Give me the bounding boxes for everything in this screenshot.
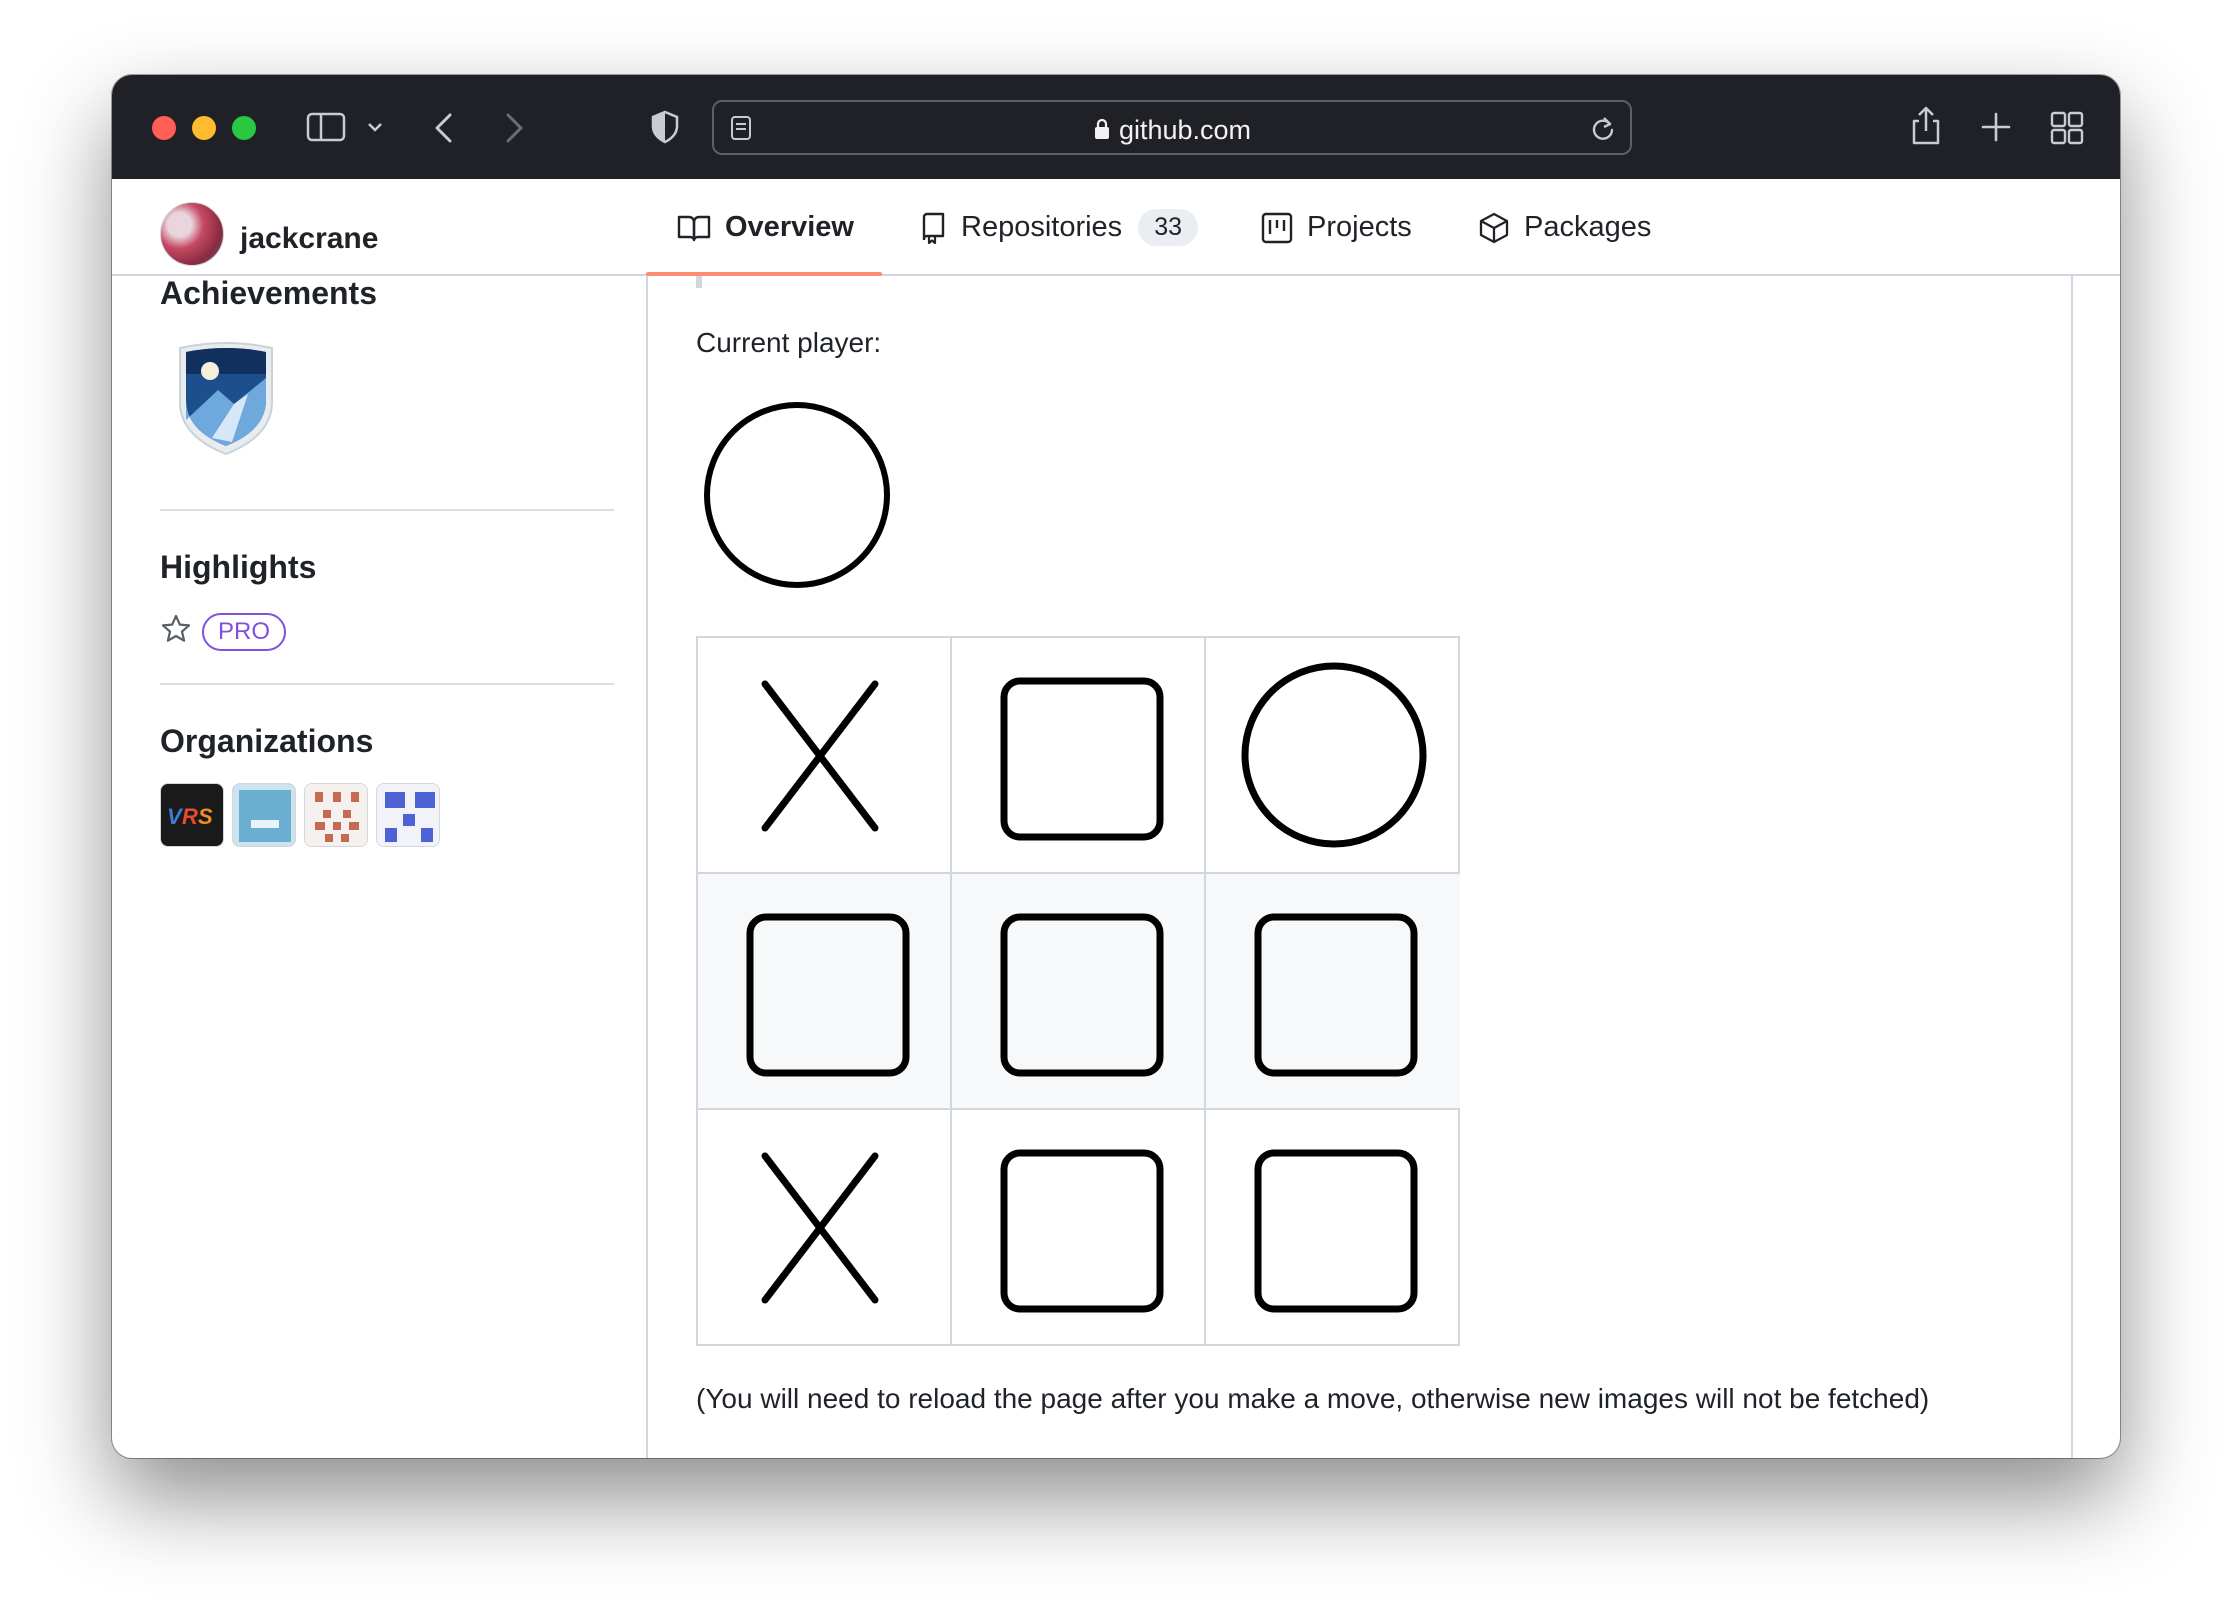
- board-cell[interactable]: [1206, 638, 1460, 874]
- current-player-o-icon: [704, 402, 890, 588]
- repo-icon: [922, 212, 945, 244]
- tab-packages-label: Packages: [1524, 211, 1652, 243]
- org-avatar-2[interactable]: [232, 783, 296, 847]
- forward-icon[interactable]: [502, 111, 526, 145]
- chevron-down-icon[interactable]: [366, 121, 384, 133]
- readme-border-right: [2071, 276, 2073, 1458]
- sidebar-divider: [160, 683, 614, 685]
- org-avatar-3[interactable]: [304, 783, 368, 847]
- share-icon[interactable]: [1909, 105, 1943, 147]
- book-icon: [677, 215, 711, 241]
- board-cell[interactable]: [698, 874, 952, 1110]
- current-player-label: Current player:: [696, 327, 882, 358]
- tab-repositories[interactable]: Repositories 33: [919, 179, 1198, 276]
- empty-square-icon[interactable]: [1253, 1148, 1419, 1314]
- profile-nav: jackcrane Overview Repositories 33 Proje…: [112, 179, 2120, 276]
- back-icon[interactable]: [432, 111, 456, 145]
- board-cell[interactable]: [698, 1110, 952, 1346]
- tic-tac-toe-board: [696, 636, 1460, 1346]
- sidebar-divider: [160, 509, 614, 511]
- x-mark-icon[interactable]: [745, 676, 911, 842]
- empty-square-icon[interactable]: [745, 912, 911, 1078]
- star-icon: [161, 614, 191, 642]
- tab-projects-label: Projects: [1307, 211, 1412, 243]
- board-cell[interactable]: [952, 1110, 1206, 1346]
- board-cell[interactable]: [952, 638, 1206, 874]
- organizations-heading: Organizations: [160, 723, 374, 759]
- blue-org-icon: [233, 784, 295, 846]
- readme-border-left: [646, 276, 648, 1458]
- username[interactable]: jackcrane: [240, 222, 378, 256]
- tab-overview-label: Overview: [725, 211, 854, 243]
- tab-repositories-label: Repositories: [961, 211, 1123, 243]
- board-cell[interactable]: [1206, 1110, 1460, 1346]
- selected-tab-indicator: [646, 272, 882, 276]
- repositories-count-badge: 33: [1138, 209, 1198, 246]
- red-pixel-org-icon: [305, 784, 367, 846]
- tab-projects[interactable]: Projects: [1261, 179, 1412, 276]
- achievement-badge-icon[interactable]: [172, 338, 280, 456]
- browser-toolbar: github.com: [112, 75, 2120, 179]
- browser-window: github.com jackcrane Overview Repositori…: [112, 75, 2120, 1458]
- board-cell[interactable]: [952, 874, 1206, 1110]
- avatar[interactable]: [160, 202, 224, 266]
- empty-square-icon[interactable]: [999, 676, 1165, 842]
- tab-overview-icon[interactable]: [2050, 111, 2084, 145]
- tab-overview[interactable]: Overview: [677, 179, 854, 276]
- reload-icon[interactable]: [1590, 115, 1616, 143]
- new-tab-icon[interactable]: [1980, 111, 2012, 143]
- achievements-heading: Achievements: [160, 275, 377, 311]
- blue-pixel-org-icon: [377, 784, 439, 846]
- url-text: github.com: [1118, 115, 1252, 145]
- svg-text:R: R: [182, 804, 198, 829]
- empty-square-icon[interactable]: [1253, 912, 1419, 1078]
- privacy-shield-icon[interactable]: [650, 109, 680, 145]
- board-cell[interactable]: [698, 638, 952, 874]
- org-avatar-4[interactable]: [376, 783, 440, 847]
- empty-square-icon[interactable]: [999, 1148, 1165, 1314]
- svg-text:S: S: [198, 804, 213, 829]
- pro-badge: PRO: [202, 613, 287, 651]
- sidebar-toggle-icon[interactable]: [306, 111, 346, 143]
- close-window-button[interactable]: [152, 116, 176, 140]
- project-icon: [1261, 212, 1293, 243]
- package-icon: [1479, 212, 1509, 243]
- org-avatar-vrs[interactable]: V R S: [160, 783, 224, 847]
- address-bar[interactable]: github.com: [712, 100, 1632, 155]
- o-mark-icon[interactable]: [1239, 660, 1429, 850]
- reload-note: (You will need to reload the page after …: [696, 1383, 1930, 1414]
- empty-square-icon[interactable]: [999, 912, 1165, 1078]
- minimize-window-button[interactable]: [192, 116, 216, 140]
- lock-icon: [1094, 118, 1109, 139]
- x-mark-icon[interactable]: [745, 1148, 911, 1314]
- tab-packages[interactable]: Packages: [1478, 179, 1651, 276]
- zoom-window-button[interactable]: [232, 116, 256, 140]
- highlights-heading: Highlights: [160, 549, 317, 585]
- blockquote-bar: [696, 276, 702, 288]
- vrs-logo-icon: V R S: [167, 804, 213, 829]
- board-cell[interactable]: [1206, 874, 1460, 1110]
